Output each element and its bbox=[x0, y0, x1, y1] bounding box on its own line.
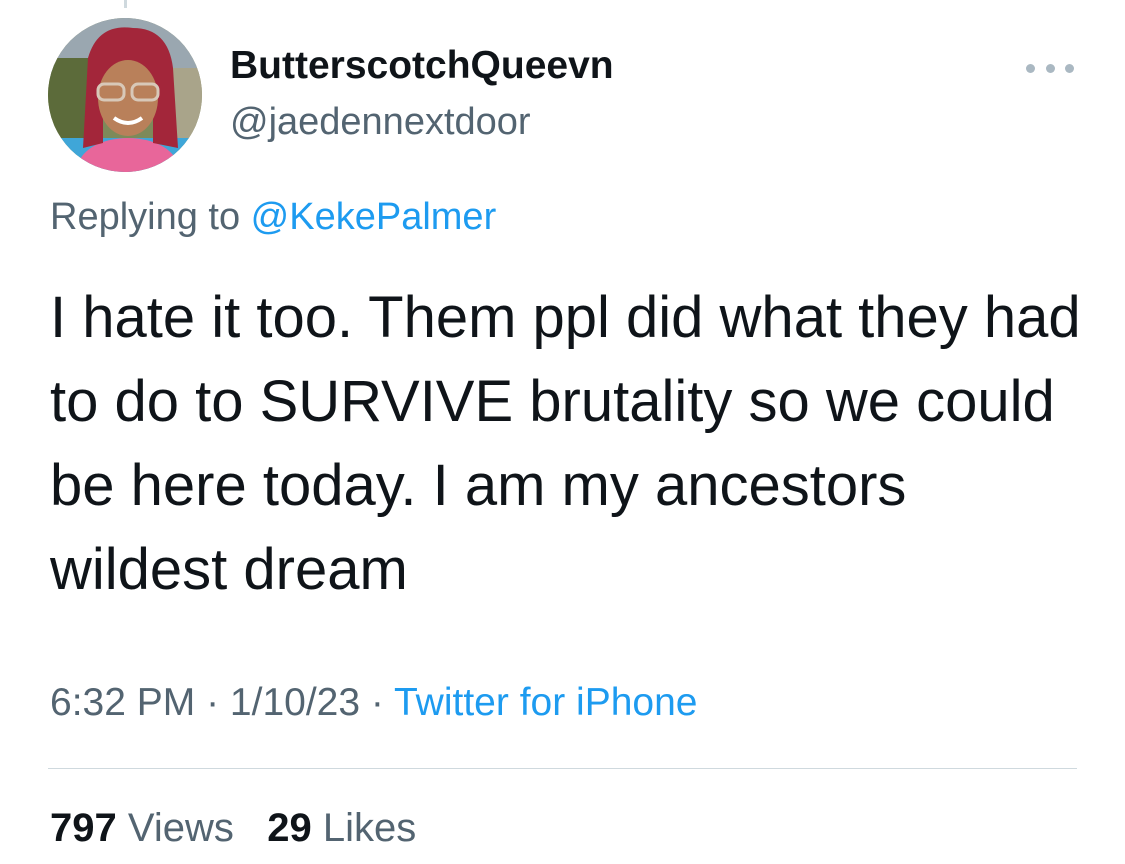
views-label: Views bbox=[127, 806, 234, 850]
profile-photo-icon bbox=[48, 18, 202, 172]
avatar[interactable] bbox=[48, 18, 202, 172]
replying-to-prefix: Replying to bbox=[50, 196, 251, 238]
author-handle[interactable]: @jaedennextdoor bbox=[230, 101, 531, 144]
tweet-source-link[interactable]: Twitter for iPhone bbox=[394, 681, 697, 724]
reply-mention-link[interactable]: @KekePalmer bbox=[251, 196, 497, 238]
meta-separator: · bbox=[360, 681, 395, 724]
meta-separator: · bbox=[195, 681, 230, 724]
dot bbox=[1026, 63, 1035, 73]
divider bbox=[48, 768, 1077, 769]
tweet-meta: 6:32 PM · 1/10/23 · Twitter for iPhone bbox=[50, 681, 697, 725]
author-display-name[interactable]: ButterscotchQueevn bbox=[230, 44, 614, 88]
likes-label: Likes bbox=[322, 806, 417, 850]
views-count: 797 bbox=[50, 806, 117, 850]
replying-to: Replying to @KekePalmer bbox=[50, 196, 496, 239]
dot bbox=[1045, 63, 1055, 73]
tweet-card: ButterscotchQueevn @jaedennextdoor Reply… bbox=[0, 0, 1125, 864]
thread-line bbox=[124, 0, 127, 8]
tweet-stats: 797 Views 29 Likes bbox=[50, 806, 416, 851]
tweet-text: I hate it too. Them ppl did what they ha… bbox=[50, 285, 1081, 602]
tweet-time[interactable]: 6:32 PM bbox=[50, 681, 195, 724]
likes-count: 29 bbox=[267, 806, 312, 850]
tweet-date[interactable]: 1/10/23 bbox=[230, 681, 360, 724]
more-options-icon[interactable] bbox=[1026, 56, 1074, 80]
views-stat[interactable]: 797 Views bbox=[50, 806, 234, 850]
likes-stat[interactable]: 29 Likes bbox=[267, 806, 416, 850]
dot bbox=[1065, 63, 1074, 73]
